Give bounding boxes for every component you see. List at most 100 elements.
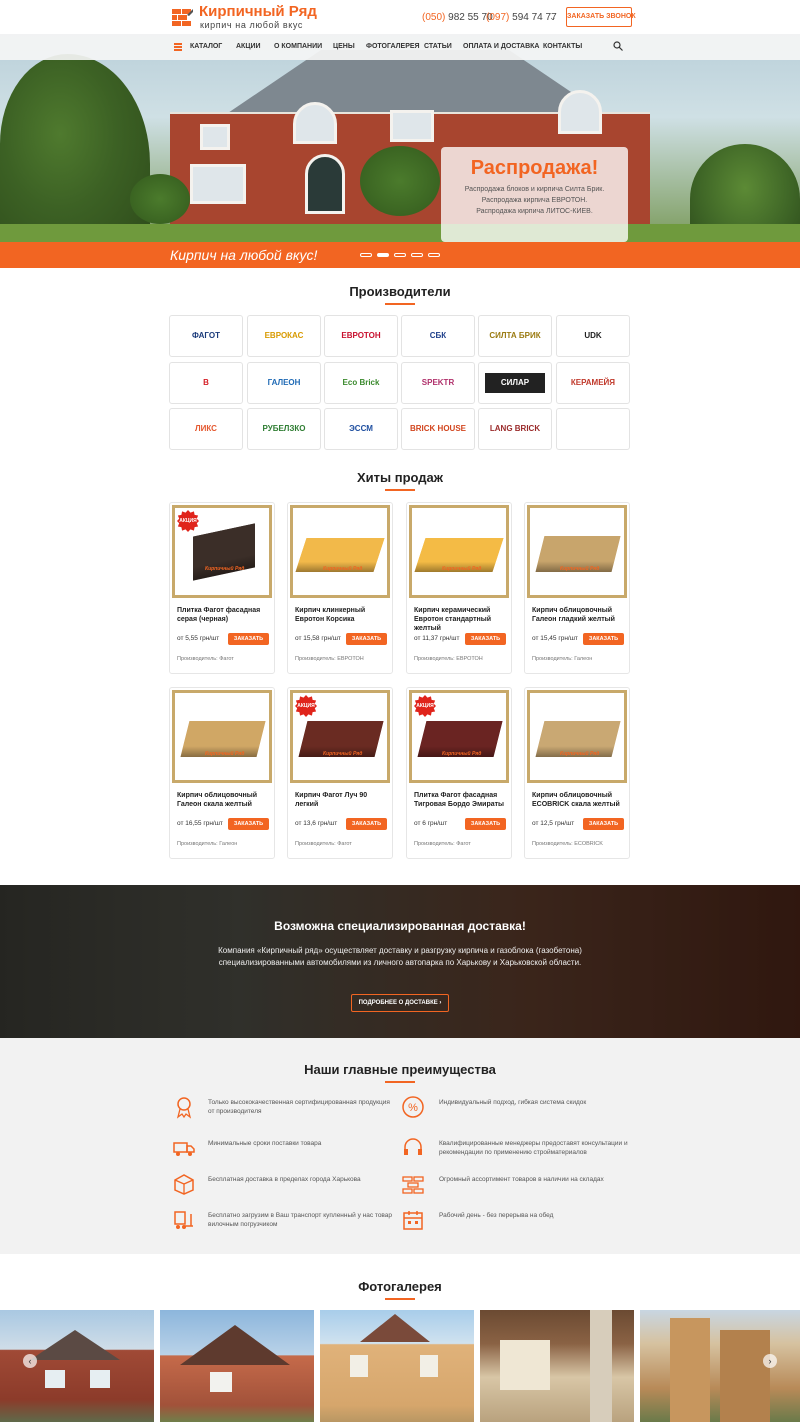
producer-logo-card[interactable]: СБК [401, 315, 475, 357]
producer-logo-card[interactable]: ЕВРОКАС [247, 315, 321, 357]
nav-item-prices[interactable]: ЦЕНЫ [333, 43, 355, 50]
slider-dot-active[interactable] [377, 253, 389, 257]
order-button[interactable]: ЗАКАЗАТЬ [583, 818, 624, 830]
truck-icon [173, 1142, 195, 1156]
product-name[interactable]: Кирпич облицовочный ECOBRICK скала желты… [532, 791, 624, 809]
order-button[interactable]: ЗАКАЗАТЬ [228, 633, 269, 645]
product-image[interactable]: Кирпичный Ряд АКЦИЯ [172, 505, 272, 598]
product-image[interactable]: Кирпичный Ряд [527, 505, 627, 598]
slider-dot[interactable] [411, 253, 423, 257]
order-button[interactable]: ЗАКАЗАТЬ [228, 818, 269, 830]
menu-icon[interactable] [174, 43, 182, 51]
gallery-prev-button[interactable]: ‹ [23, 1354, 37, 1368]
slider-dot[interactable] [428, 253, 440, 257]
house-window [293, 102, 337, 144]
product-card[interactable]: Кирпичный Ряд АКЦИЯ Кирпич Фагот Луч 90 ле… [287, 687, 393, 859]
product-name[interactable]: Плитка Фагот фасадная Тигровая Бордо Эми… [414, 791, 506, 809]
producer-logo-card[interactable]: SPEKTR [401, 362, 475, 404]
producer-logo-card[interactable]: ЕВРОТОН [324, 315, 398, 357]
gallery-photo[interactable] [480, 1310, 634, 1422]
producer-logo-card[interactable]: СИЛАР [478, 362, 552, 404]
producer-logo-card[interactable]: КЕРАМЕЙЯ [556, 362, 630, 404]
product-name[interactable]: Кирпич клинкерный Евротон Корсика [295, 606, 387, 624]
product-card[interactable]: Кирпичный Ряд АКЦИЯ Плитка Фагот фасадная … [406, 687, 512, 859]
producer-logo-card[interactable]: ФАГОТ [169, 315, 243, 357]
order-button[interactable]: ЗАКАЗАТЬ [465, 818, 506, 830]
sale-panel[interactable]: Распродажа! Распродажа блоков и кирпича … [441, 147, 628, 242]
product-card[interactable]: Кирпичный Ряд Кирпич клинкерный Евротон К… [287, 502, 393, 674]
advantage-text: Бесплатно загрузим в Ваш транспорт купле… [208, 1212, 393, 1228]
advantage-text: Минимальные сроки поставки товара [208, 1140, 322, 1147]
product-name[interactable]: Кирпич облицовочный Галеон скала желтый [177, 791, 269, 809]
slogan-strip: Кирпич на любой вкус! [0, 242, 800, 268]
house-window [390, 110, 434, 142]
nav-item-catalog[interactable]: КАТАЛОГ [190, 43, 222, 50]
product-image[interactable]: Кирпичный Ряд АКЦИЯ [409, 690, 509, 783]
producer-logo-card[interactable]: LANG BRICK [478, 408, 552, 450]
product-price: от 12,5 грн/шт [532, 820, 575, 827]
product-image[interactable]: Кирпичный Ряд АКЦИЯ [290, 690, 390, 783]
producer-logo-card[interactable]: РУБЕЛЗКО [247, 408, 321, 450]
nav-item-payment[interactable]: ОПЛАТА И ДОСТАВКА [463, 43, 540, 50]
order-button[interactable]: ЗАКАЗАТЬ [346, 633, 387, 645]
gallery-photo[interactable] [640, 1310, 800, 1422]
gallery-photo[interactable] [160, 1310, 314, 1422]
producer-logo-card[interactable]: Eco Brick [324, 362, 398, 404]
product-image[interactable]: Кирпичный Ряд [409, 505, 509, 598]
product-name[interactable]: Плитка Фагот фасадная серая (черная) [177, 606, 269, 624]
photo-watermark: Кирпичный Ряд [323, 751, 363, 757]
logo-title[interactable]: Кирпичный Ряд [199, 3, 317, 20]
producer-logo-card[interactable]: В [169, 362, 243, 404]
producer-logo-card[interactable]: UDK [556, 315, 630, 357]
producer-logo-card-empty [556, 408, 630, 450]
product-card[interactable]: Кирпичный Ряд Кирпич облицовочный Галеон … [169, 687, 275, 859]
nav-item-articles[interactable]: СТАТЬИ [424, 43, 452, 50]
chevron-down-icon[interactable]: ⌄ [549, 12, 557, 23]
producer-logo-card[interactable]: ГАЛЕОН [247, 362, 321, 404]
gallery-photo[interactable] [320, 1310, 474, 1422]
product-name[interactable]: Кирпич керамический Евротон стандартный … [414, 606, 506, 633]
svg-text:%: % [408, 1102, 418, 1114]
nav-item-promo[interactable]: АКЦИИ [236, 43, 261, 50]
order-button[interactable]: ЗАКАЗАТЬ [465, 633, 506, 645]
product-price: от 11,37 грн/шт [414, 635, 460, 642]
product-image[interactable]: Кирпичный Ряд [290, 505, 390, 598]
house-door [305, 154, 345, 214]
product-manufacturer: Производитель: Галеон [177, 841, 238, 847]
order-button[interactable]: ЗАКАЗАТЬ [583, 633, 624, 645]
slider-dot[interactable] [394, 253, 406, 257]
nav-item-contacts[interactable]: КОНТАКТЫ [543, 43, 582, 50]
section-divider [385, 1081, 415, 1083]
product-name[interactable]: Кирпич облицовочный Галеон гладкий желты… [532, 606, 624, 624]
nav-item-gallery[interactable]: ФОТОГАЛЕРЕЯ [366, 43, 420, 50]
gallery-next-button[interactable]: › [763, 1354, 777, 1368]
order-button[interactable]: ЗАКАЗАТЬ [346, 818, 387, 830]
slider-dot[interactable] [360, 253, 372, 257]
product-card[interactable]: Кирпичный Ряд Кирпич керамический Евротон… [406, 502, 512, 674]
nav-item-about[interactable]: О КОМПАНИИ [274, 43, 322, 50]
producer-logo-card[interactable]: BRICK HOUSE [401, 408, 475, 450]
phone-1[interactable]: (050) 982 55 70 [422, 12, 493, 23]
product-image[interactable]: Кирпичный Ряд [172, 690, 272, 783]
product-card[interactable]: Кирпичный Ряд Кирпич облицовочный Галеон … [524, 502, 630, 674]
logo-icon[interactable] [170, 5, 194, 29]
producer-logo-card[interactable]: СИЛТА БРИК [478, 315, 552, 357]
section-divider [385, 489, 415, 491]
delivery-details-button[interactable]: ПОДРОБНЕЕ О ДОСТАВКЕ › [351, 994, 449, 1012]
product-card[interactable]: Кирпичный Ряд Кирпич облицовочный ECOBRIC… [524, 687, 630, 859]
producer-logo: Eco Brick [342, 378, 380, 387]
producer-logo-card[interactable]: ЭССМ [324, 408, 398, 450]
percent-icon: % [402, 1096, 424, 1118]
product-price: от 13,6 грн/шт [295, 820, 338, 827]
product-price: от 15,58 грн/шт [295, 635, 341, 642]
producer-logo: ЭССМ [349, 424, 373, 433]
search-icon[interactable] [613, 41, 623, 51]
phone-2[interactable]: (097) 594 74 77 [486, 12, 557, 23]
product-image[interactable]: Кирпичный Ряд [527, 690, 627, 783]
box-icon [174, 1174, 194, 1195]
callback-button[interactable]: ЗАКАЗАТЬ ЗВОНОК [566, 7, 636, 27]
producer-logo-card[interactable]: ЛИКС [169, 408, 243, 450]
product-card[interactable]: Кирпичный Ряд АКЦИЯ Плитка Фагот фасадная … [169, 502, 275, 674]
product-name[interactable]: Кирпич Фагот Луч 90 легкий [295, 791, 387, 809]
gallery-photo[interactable] [0, 1310, 154, 1422]
